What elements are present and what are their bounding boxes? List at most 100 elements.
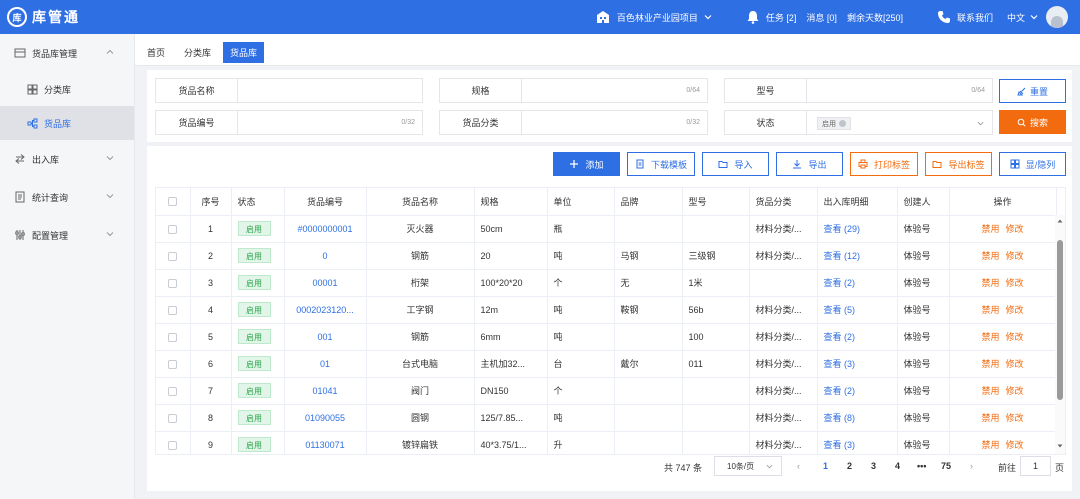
table-row[interactable]: 2 启用 0 钢筋 20 吨马钢 三级钢 材料分类/... 查看 (12) 体验号 禁用 修改 xyxy=(156,242,1057,270)
detail-link[interactable]: 查看 (29) xyxy=(824,224,861,234)
sidebar-group-inout[interactable]: 出入库 xyxy=(0,140,134,178)
goto-page-input[interactable]: 1 xyxy=(1020,456,1051,476)
reset-button[interactable]: 重置 xyxy=(999,79,1066,103)
edit-button[interactable]: 修改 xyxy=(1006,332,1024,342)
messages-link[interactable]: 消息 [0] xyxy=(806,11,837,24)
language-select[interactable]: 中文 xyxy=(1007,11,1038,24)
goods-code-link[interactable]: 00001 xyxy=(312,278,337,288)
table-row[interactable]: 5 启用 001 钢筋 6mm 吨 100 材料分类/... 查看 (2) 体验号 禁用 修改 xyxy=(156,323,1057,351)
tasks-link[interactable]: 任务 [2] xyxy=(746,10,796,24)
import-button[interactable]: 导入 xyxy=(702,152,769,176)
page-last[interactable]: 75 xyxy=(941,461,951,471)
scroll-down-icon[interactable] xyxy=(1057,443,1063,449)
table-row[interactable]: 7 启用 01041 阀门 DN150 个材料分类/... 查看 (2) 体验号 禁用 修改 xyxy=(156,377,1057,405)
page-3[interactable]: 3 xyxy=(871,461,876,471)
download-template-button[interactable]: 下载模板 xyxy=(627,152,695,176)
row-checkbox[interactable] xyxy=(156,404,191,432)
project-selector[interactable]: 百色林业产业园项目 xyxy=(596,10,712,24)
sidebar-group-goods[interactable]: 货品库管理 xyxy=(0,34,134,72)
row-checkbox[interactable] xyxy=(156,350,191,378)
goods-code-input[interactable]: 0/32 xyxy=(238,111,422,134)
page-1[interactable]: 1 xyxy=(823,461,828,471)
table-row[interactable]: 9 启用 01130071 镀锌扁铁 40*3.75/1... 升 材料分类/... 查看 (… xyxy=(156,431,1057,454)
edit-button[interactable]: 修改 xyxy=(1006,359,1024,369)
tab-goods[interactable]: 货品库 xyxy=(223,42,265,63)
detail-link[interactable]: 查看 (3) xyxy=(824,440,856,450)
select-all-checkbox[interactable] xyxy=(156,188,191,216)
detail-link[interactable]: 查看 (8) xyxy=(824,413,856,423)
row-checkbox[interactable] xyxy=(156,242,191,270)
page-size-select[interactable]: 10条/页 xyxy=(714,456,782,476)
row-checkbox[interactable] xyxy=(156,296,191,324)
row-checkbox[interactable] xyxy=(156,431,191,454)
row-checkbox[interactable] xyxy=(156,323,191,351)
detail-link[interactable]: 查看 (12) xyxy=(824,251,861,261)
export-button[interactable]: 导出 xyxy=(776,152,843,176)
row-checkbox[interactable] xyxy=(156,269,191,297)
detail-link[interactable]: 查看 (2) xyxy=(824,386,856,396)
goods-code-link[interactable]: 0002023120... xyxy=(296,305,354,315)
disable-button[interactable]: 禁用 xyxy=(981,386,999,396)
disable-button[interactable]: 禁用 xyxy=(981,413,999,423)
goods-name-input[interactable] xyxy=(238,79,422,102)
edit-button[interactable]: 修改 xyxy=(1006,251,1024,261)
edit-button[interactable]: 修改 xyxy=(1006,224,1024,234)
status-select[interactable]: 启用 xyxy=(807,111,992,134)
table-row[interactable]: 3 启用 00001 桁架 100*20*20 个无 1米 查看 (2) 体验号 禁用 修改 xyxy=(156,269,1057,297)
page-4[interactable]: 4 xyxy=(895,461,900,471)
sidebar-item-goods[interactable]: 货品库 xyxy=(0,106,134,140)
model-input[interactable]: 0/64 xyxy=(807,79,992,102)
edit-button[interactable]: 修改 xyxy=(1006,305,1024,315)
page-2[interactable]: 2 xyxy=(847,461,852,471)
disable-button[interactable]: 禁用 xyxy=(981,359,999,369)
goods-code-link[interactable]: 01 xyxy=(320,359,330,369)
disable-button[interactable]: 禁用 xyxy=(981,224,999,234)
scroll-up-icon[interactable] xyxy=(1057,218,1063,224)
search-button[interactable]: 搜索 xyxy=(999,110,1066,134)
detail-link[interactable]: 查看 (2) xyxy=(824,278,856,288)
category-input[interactable]: 0/32 xyxy=(522,111,707,134)
tab-category[interactable]: 分类库 xyxy=(177,42,218,63)
goods-code-link[interactable]: 0 xyxy=(322,251,327,261)
more-pages[interactable]: ••• xyxy=(917,461,926,471)
goods-code-link[interactable]: 01090055 xyxy=(305,413,345,423)
edit-button[interactable]: 修改 xyxy=(1006,278,1024,288)
detail-link[interactable]: 查看 (5) xyxy=(824,305,856,315)
table-row[interactable]: 1 启用 #0000000001 灭火器 50cm 瓶 材料分类/... 查看 (29) 体验号… xyxy=(156,215,1057,243)
goods-code-link[interactable]: #0000000001 xyxy=(297,224,352,234)
edit-button[interactable]: 修改 xyxy=(1006,413,1024,423)
sidebar-group-stats[interactable]: 统计查询 xyxy=(0,178,134,216)
close-icon[interactable] xyxy=(839,120,846,127)
sidebar-group-config[interactable]: 配置管理 xyxy=(0,216,134,254)
disable-button[interactable]: 禁用 xyxy=(981,440,999,450)
add-button[interactable]: 添加 xyxy=(553,152,620,176)
detail-link[interactable]: 查看 (2) xyxy=(824,332,856,342)
next-page-button[interactable]: › xyxy=(970,461,973,471)
scroll-thumb[interactable] xyxy=(1057,240,1063,400)
edit-button[interactable]: 修改 xyxy=(1006,386,1024,396)
app-logo[interactable]: 库 库管通 xyxy=(0,7,135,27)
print-label-button[interactable]: 打印标签 xyxy=(850,152,918,176)
contact-link[interactable]: 联系我们 xyxy=(937,10,993,24)
goods-code-link[interactable]: 01130071 xyxy=(305,440,344,450)
prev-page-button[interactable]: ‹ xyxy=(797,461,800,471)
edit-button[interactable]: 修改 xyxy=(1006,440,1024,450)
disable-button[interactable]: 禁用 xyxy=(981,251,999,261)
table-row[interactable]: 6 启用 01 台式电脑 主机加32... 台戴尔 011 材料分类/... 查看 (3) 体验号… xyxy=(156,350,1057,378)
row-checkbox[interactable] xyxy=(156,377,191,405)
export-label-button[interactable]: 导出标签 xyxy=(925,152,992,176)
toggle-columns-button[interactable]: 显/隐列 xyxy=(999,152,1066,176)
disable-button[interactable]: 禁用 xyxy=(981,332,999,342)
disable-button[interactable]: 禁用 xyxy=(981,305,999,315)
detail-link[interactable]: 查看 (3) xyxy=(824,359,856,369)
goods-code-link[interactable]: 01041 xyxy=(312,386,337,396)
table-row[interactable]: 8 启用 01090055 圆钢 125/7.85... 吨 材料分类/... 查看 (8) 体… xyxy=(156,404,1057,432)
spec-input[interactable]: 0/64 xyxy=(522,79,707,102)
goods-code-link[interactable]: 001 xyxy=(317,332,332,342)
tab-home[interactable]: 首页 xyxy=(140,42,172,63)
table-row[interactable]: 4 启用 0002023120... 工字钢 12m 吨鞍钢 56b 材料分类/... 查看 (… xyxy=(156,296,1057,324)
row-checkbox[interactable] xyxy=(156,215,191,243)
disable-button[interactable]: 禁用 xyxy=(981,278,999,288)
avatar[interactable] xyxy=(1046,6,1068,28)
sidebar-item-category[interactable]: 分类库 xyxy=(0,72,134,106)
